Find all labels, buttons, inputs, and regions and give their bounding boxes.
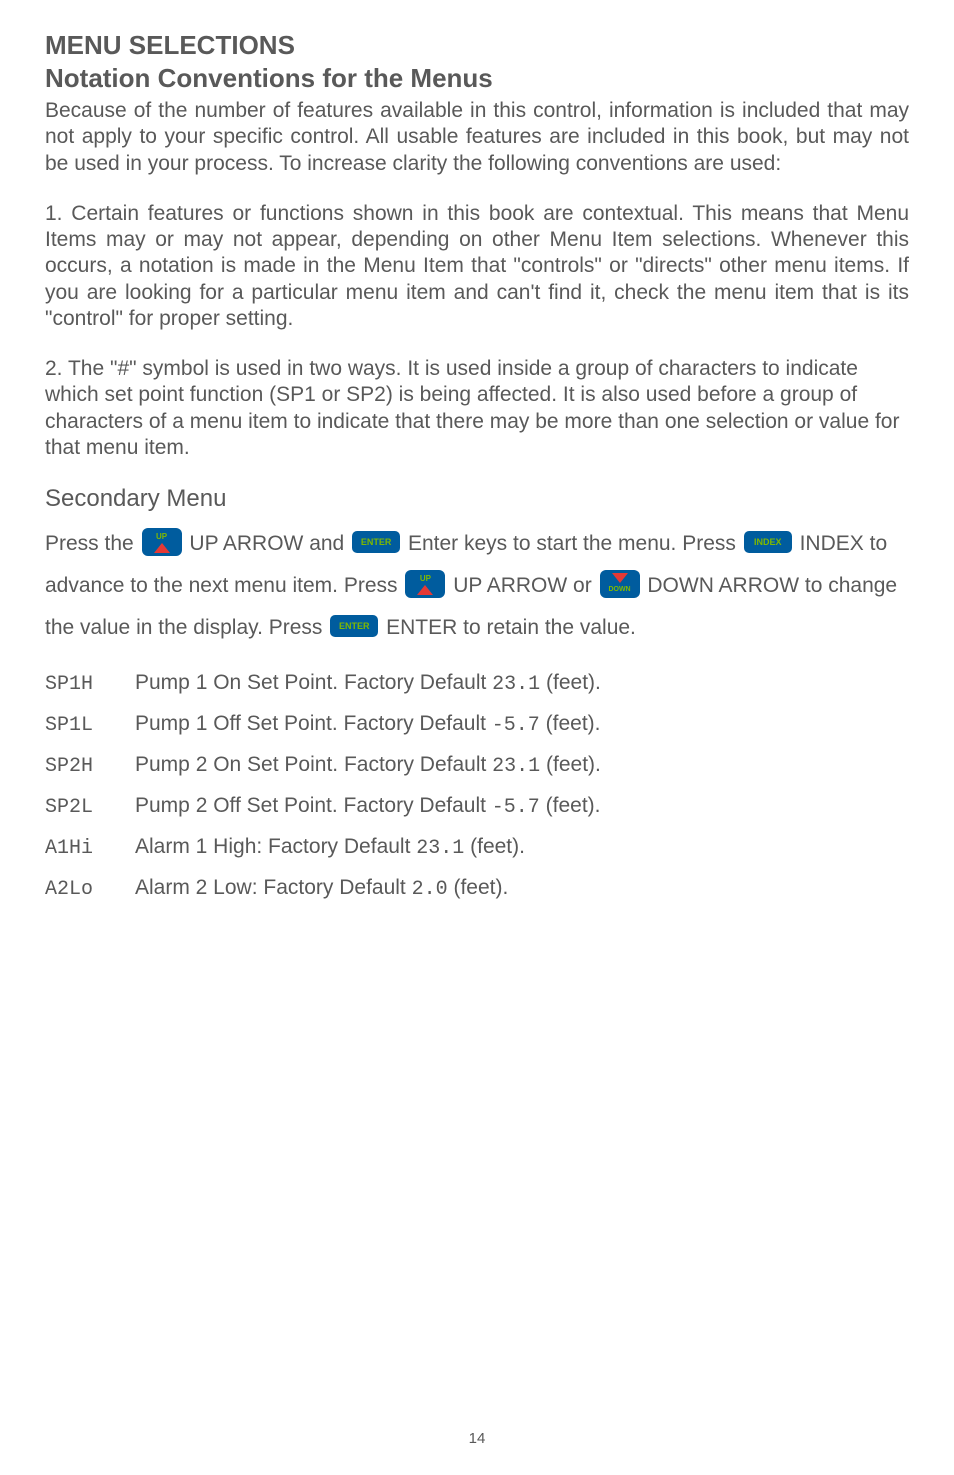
menu-desc-post: (feet). — [540, 671, 601, 694]
menu-desc-post: (feet). — [464, 835, 525, 858]
instr-text-7: ENTER to retain the value. — [386, 616, 636, 639]
page-subheading-notation: Notation Conventions for the Menus — [45, 63, 909, 94]
menu-code: A1Hi — [45, 837, 135, 860]
convention-1-paragraph: 1. Certain features or functions shown i… — [45, 201, 909, 332]
menu-default-value: -5.7 — [492, 714, 540, 737]
secondary-menu-heading: Secondary Menu — [45, 485, 909, 513]
menu-desc-post: (feet). — [540, 794, 601, 817]
menu-row-sp2l: SP2L Pump 2 Off Set Point. Factory Defau… — [45, 794, 909, 819]
menu-desc: Pump 1 On Set Point. Factory Default 23.… — [135, 671, 909, 696]
instr-text-1: Press the — [45, 532, 134, 555]
page-heading-menu-selections: MENU SELECTIONS — [45, 30, 909, 61]
menu-desc: Pump 1 Off Set Point. Factory Default -5… — [135, 712, 909, 737]
menu-desc-pre: Pump 2 Off Set Point. Factory Default — [135, 794, 492, 817]
up-arrow-key-icon — [142, 528, 182, 556]
convention-2-paragraph: 2. The "#" symbol is used in two ways. I… — [45, 356, 909, 461]
menu-desc: Pump 2 Off Set Point. Factory Default -5… — [135, 794, 909, 819]
menu-default-value: 23.1 — [492, 673, 540, 696]
down-arrow-key-icon — [600, 570, 640, 598]
menu-desc: Alarm 2 Low: Factory Default 2.0 (feet). — [135, 876, 909, 901]
menu-desc-pre: Pump 1 On Set Point. Factory Default — [135, 671, 492, 694]
menu-code: SP2L — [45, 796, 135, 819]
menu-code: SP1H — [45, 673, 135, 696]
menu-desc-post: (feet). — [540, 712, 601, 735]
menu-row-sp1l: SP1L Pump 1 Off Set Point. Factory Defau… — [45, 712, 909, 737]
instr-text-2: UP ARROW and — [189, 532, 344, 555]
menu-row-a2lo: A2Lo Alarm 2 Low: Factory Default 2.0 (f… — [45, 876, 909, 901]
menu-row-sp1h: SP1H Pump 1 On Set Point. Factory Defaul… — [45, 671, 909, 696]
menu-default-value: -5.7 — [492, 796, 540, 819]
menu-default-value: 23.1 — [416, 837, 464, 860]
index-key-icon — [744, 531, 792, 553]
menu-desc-post: (feet). — [540, 753, 601, 776]
instr-text-3: Enter keys to start the menu. Press — [408, 532, 742, 555]
menu-default-value: 23.1 — [492, 755, 540, 778]
menu-code: SP1L — [45, 714, 135, 737]
menu-code: SP2H — [45, 755, 135, 778]
intro-paragraph: Because of the number of features availa… — [45, 98, 909, 177]
menu-desc-pre: Pump 1 Off Set Point. Factory Default — [135, 712, 492, 735]
menu-default-value: 2.0 — [412, 878, 448, 901]
up-arrow-key-icon — [405, 570, 445, 598]
menu-desc-pre: Alarm 2 Low: Factory Default — [135, 876, 412, 899]
instr-text-5: UP ARROW or — [453, 574, 597, 597]
menu-code: A2Lo — [45, 878, 135, 901]
menu-desc-pre: Pump 2 On Set Point. Factory Default — [135, 753, 492, 776]
menu-items-table: SP1H Pump 1 On Set Point. Factory Defaul… — [45, 671, 909, 901]
menu-row-sp2h: SP2H Pump 2 On Set Point. Factory Defaul… — [45, 753, 909, 778]
page-number: 14 — [469, 1430, 486, 1447]
enter-key-icon — [330, 615, 378, 637]
menu-desc-post: (feet). — [448, 876, 509, 899]
menu-desc-pre: Alarm 1 High: Factory Default — [135, 835, 416, 858]
menu-desc: Pump 2 On Set Point. Factory Default 23.… — [135, 753, 909, 778]
menu-row-a1hi: A1Hi Alarm 1 High: Factory Default 23.1 … — [45, 835, 909, 860]
menu-desc: Alarm 1 High: Factory Default 23.1 (feet… — [135, 835, 909, 860]
secondary-menu-instructions: Press the UP ARROW and Enter keys to sta… — [45, 523, 909, 649]
enter-key-icon — [352, 531, 400, 553]
